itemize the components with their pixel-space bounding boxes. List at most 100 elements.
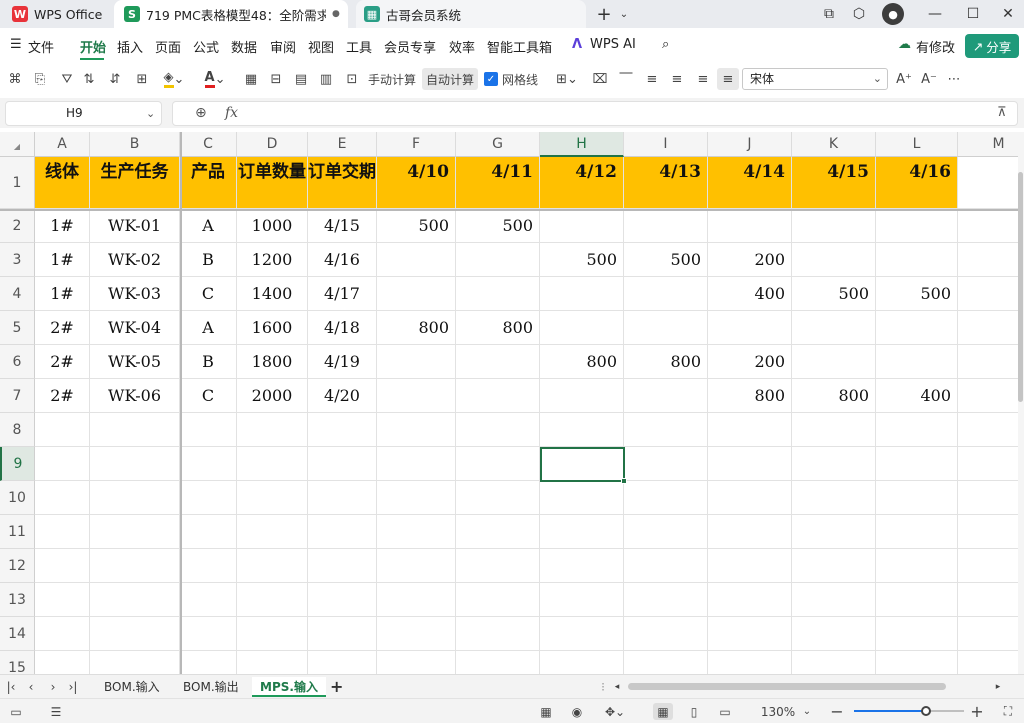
cell-h15[interactable]: [540, 651, 624, 674]
cell-f4[interactable]: [377, 277, 456, 311]
increase-font-icon[interactable]: A⁺: [895, 68, 913, 90]
cell-g10[interactable]: [456, 481, 540, 515]
header-cell-b[interactable]: 生产任务: [90, 157, 180, 209]
font-name-select[interactable]: 宋体 ⌄: [742, 68, 888, 90]
cell-f2[interactable]: 500: [377, 209, 456, 243]
cell-b4[interactable]: WK-03: [90, 277, 180, 311]
row-header-12[interactable]: 12: [0, 549, 35, 583]
cell-c7[interactable]: C: [180, 379, 237, 413]
cell-i14[interactable]: [624, 617, 708, 651]
row-header-9[interactable]: 9: [0, 447, 35, 481]
header-cell-i[interactable]: 4/13: [624, 157, 708, 209]
merge-icon[interactable]: ▦: [242, 68, 260, 90]
cell-j8[interactable]: [708, 413, 792, 447]
window-layout-icon[interactable]: ⧉: [818, 4, 840, 24]
menu-tools[interactable]: 工具: [346, 37, 372, 56]
cell-l8[interactable]: [876, 413, 958, 447]
menu-data[interactable]: 数据: [231, 37, 257, 56]
sheet-list-icon[interactable]: ☰: [48, 703, 64, 720]
cell-d12[interactable]: [237, 549, 308, 583]
cell-m10[interactable]: [958, 481, 1018, 515]
menu-formula[interactable]: 公式: [193, 37, 219, 56]
cell-i4[interactable]: [624, 277, 708, 311]
cell-i13[interactable]: [624, 583, 708, 617]
header-cell-c[interactable]: 产品: [180, 157, 237, 209]
tab-spreadsheet[interactable]: S 719 PMC表格模型48：全阶需求 ●: [114, 0, 348, 28]
gridlines-checkbox[interactable]: ✓: [484, 72, 498, 86]
menu-efficiency[interactable]: 效率: [449, 37, 475, 56]
cell-a9[interactable]: [35, 447, 90, 481]
cell-i15[interactable]: [624, 651, 708, 674]
row-header-15[interactable]: 15: [0, 651, 35, 674]
calc-icon[interactable]: ⊡: [343, 68, 361, 90]
select-all-corner[interactable]: ◢: [0, 132, 35, 157]
cell-m8[interactable]: [958, 413, 1018, 447]
cell-l13[interactable]: [876, 583, 958, 617]
cell-e6[interactable]: 4/19: [308, 345, 377, 379]
column-header-j[interactable]: J: [708, 132, 792, 157]
cell-a14[interactable]: [35, 617, 90, 651]
cell-k8[interactable]: [792, 413, 876, 447]
menu-page[interactable]: 页面: [155, 37, 181, 56]
hamburger-icon[interactable]: ☰: [10, 37, 22, 52]
column-header-e[interactable]: E: [308, 132, 377, 157]
cell-a10[interactable]: [35, 481, 90, 515]
menu-smart-toolbox[interactable]: 智能工具箱: [487, 37, 552, 56]
cell-f11[interactable]: [377, 515, 456, 549]
cell-c14[interactable]: [180, 617, 237, 651]
cell-k2[interactable]: [792, 209, 876, 243]
cell-b3[interactable]: WK-02: [90, 243, 180, 277]
sort-icon[interactable]: ⇵: [106, 68, 124, 90]
cell-j11[interactable]: [708, 515, 792, 549]
cell-b5[interactable]: WK-04: [90, 311, 180, 345]
cell-g12[interactable]: [456, 549, 540, 583]
cell-g15[interactable]: [456, 651, 540, 674]
sheet-tab-bom-output[interactable]: BOM.输出: [175, 677, 247, 697]
cell-c8[interactable]: [180, 413, 237, 447]
header-cell-a[interactable]: 线体: [35, 157, 90, 209]
page-break-view-icon[interactable]: ▭: [716, 703, 734, 720]
column-header-d[interactable]: D: [237, 132, 308, 157]
paste-icon[interactable]: ⎘: [31, 68, 49, 90]
cell-d15[interactable]: [237, 651, 308, 674]
cell-k15[interactable]: [792, 651, 876, 674]
cell-b15[interactable]: [90, 651, 180, 674]
cell-c2[interactable]: A: [180, 209, 237, 243]
cell-j12[interactable]: [708, 549, 792, 583]
first-sheet-icon[interactable]: |‹: [4, 678, 18, 695]
cell-b13[interactable]: [90, 583, 180, 617]
cell-h12[interactable]: [540, 549, 624, 583]
cell-f7[interactable]: [377, 379, 456, 413]
cell-a4[interactable]: 1#: [35, 277, 90, 311]
row-header-11[interactable]: 11: [0, 515, 35, 549]
row-header-13[interactable]: 13: [0, 583, 35, 617]
cell-l12[interactable]: [876, 549, 958, 583]
cell-h5[interactable]: [540, 311, 624, 345]
macro-record-icon[interactable]: ▭: [8, 703, 24, 720]
add-sheet-button[interactable]: +: [322, 677, 351, 697]
row-header-7[interactable]: 7: [0, 379, 35, 413]
cell-i2[interactable]: [624, 209, 708, 243]
column-header-c[interactable]: C: [180, 132, 237, 157]
menu-insert[interactable]: 插入: [117, 37, 143, 56]
row-header-1[interactable]: 1: [0, 157, 35, 209]
cell-b14[interactable]: [90, 617, 180, 651]
auto-calc-button[interactable]: 自动计算: [422, 68, 478, 90]
cell-f12[interactable]: [377, 549, 456, 583]
cell-l4[interactable]: 500: [876, 277, 958, 311]
cell-d6[interactable]: 1800: [237, 345, 308, 379]
cell-c9[interactable]: [180, 447, 237, 481]
cell-i7[interactable]: [624, 379, 708, 413]
cell-a3[interactable]: 1#: [35, 243, 90, 277]
cell-i12[interactable]: [624, 549, 708, 583]
clear-format-icon[interactable]: ⌧: [591, 68, 609, 90]
cell-k4[interactable]: 500: [792, 277, 876, 311]
column-header-l[interactable]: L: [876, 132, 958, 157]
cube-icon[interactable]: ⬡: [848, 4, 870, 24]
cell-m7[interactable]: [958, 379, 1018, 413]
zoom-out-button[interactable]: −: [829, 702, 845, 721]
page-view-icon[interactable]: ▯: [685, 703, 703, 720]
column-header-i[interactable]: I: [624, 132, 708, 157]
cell-k3[interactable]: [792, 243, 876, 277]
cell-a7[interactable]: 2#: [35, 379, 90, 413]
